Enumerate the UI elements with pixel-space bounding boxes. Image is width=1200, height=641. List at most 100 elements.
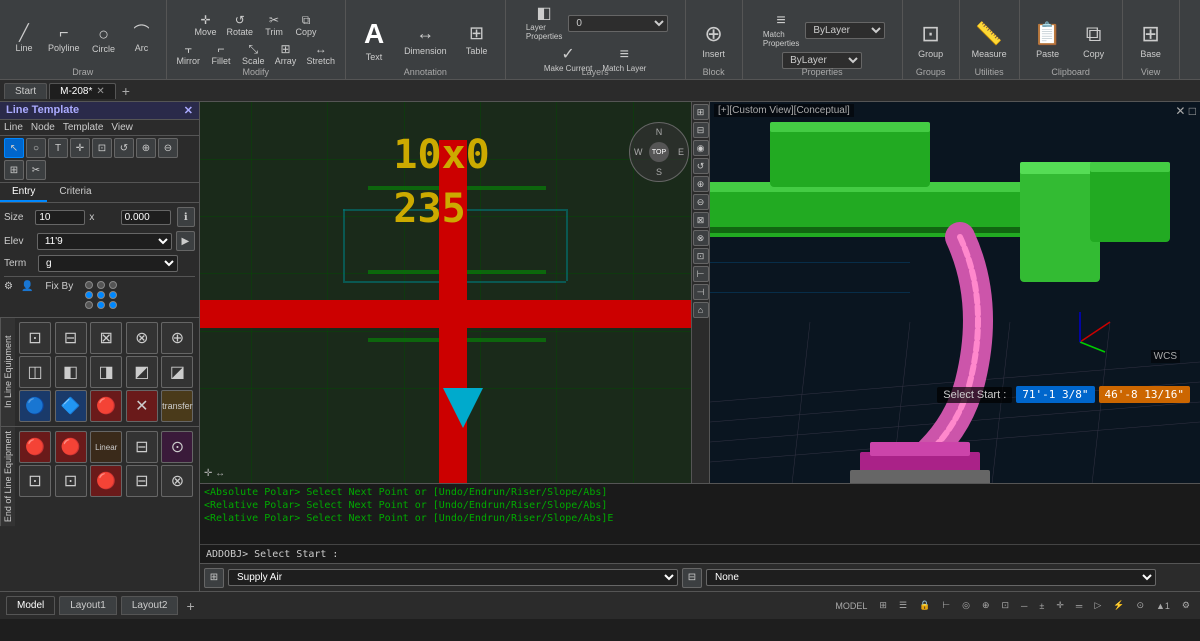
cmd-input-field[interactable]	[344, 549, 1200, 560]
side-btn-4[interactable]: ↺	[693, 158, 709, 174]
tab-layout2[interactable]: Layout2	[121, 596, 179, 615]
status-dyn-btn[interactable]: ✛	[1052, 599, 1068, 612]
viewport-3d[interactable]: [+][Custom View][Conceptual] ✕ □	[710, 102, 1200, 483]
tab-entry[interactable]: Entry	[0, 183, 47, 202]
equip-item-13[interactable]: 🔴	[90, 390, 122, 422]
text-button[interactable]: A Text	[352, 10, 396, 70]
endline-item-9[interactable]: ⊟	[126, 465, 158, 497]
size-input[interactable]	[35, 210, 85, 225]
menu-view[interactable]: View	[111, 122, 133, 133]
measure-button[interactable]: 📏 Measure	[966, 10, 1013, 70]
equip-item-11[interactable]: 🔵	[19, 390, 51, 422]
equip-item-5[interactable]: ⊕	[161, 322, 193, 354]
scale-button[interactable]: ⤡ Scale	[238, 41, 269, 68]
endline-item-1[interactable]: 🔴	[19, 431, 51, 463]
equip-item-10[interactable]: ◪	[161, 356, 193, 388]
trim-button[interactable]: ✂ Trim	[259, 12, 289, 39]
add-layout-button[interactable]: +	[182, 598, 198, 614]
elev-select[interactable]: 11'9	[37, 233, 172, 250]
menu-node[interactable]: Node	[31, 122, 55, 133]
copy-button[interactable]: ⧉ Copy	[291, 12, 321, 39]
dot-5[interactable]	[97, 291, 105, 299]
endline-item-7[interactable]: ⊡	[55, 465, 87, 497]
side-btn-8[interactable]: ⊗	[693, 230, 709, 246]
polyline-button[interactable]: ⌐ Polyline	[44, 24, 84, 55]
endline-item-3[interactable]: Linear	[90, 431, 122, 463]
equip-item-4[interactable]: ⊗	[126, 322, 158, 354]
elev-expand-btn[interactable]: ▶	[176, 231, 195, 251]
viewport-2d[interactable]: 10x0 235 N S E W TOP	[200, 102, 710, 483]
side-btn-9[interactable]: ⊡	[693, 248, 709, 264]
side-btn-10[interactable]: ⊢	[693, 266, 709, 282]
side-btn-12[interactable]: ⌂	[693, 302, 709, 318]
linetype-dropdown[interactable]: ByLayer	[782, 52, 862, 69]
panel-trim-btn[interactable]: ✂	[26, 160, 46, 180]
move-button[interactable]: ✛ Move	[191, 12, 221, 39]
mirror-button[interactable]: ⫟ Mirror	[173, 41, 205, 68]
tab-m208[interactable]: M-208* ✕	[49, 83, 116, 99]
side-btn-1[interactable]: ⊞	[693, 104, 709, 120]
status-grid-btn[interactable]: ⊞	[875, 599, 891, 612]
base-button[interactable]: ⊞ Base	[1129, 10, 1173, 70]
size-info-btn[interactable]: ℹ	[177, 207, 195, 227]
panel-close-button[interactable]: ✕	[184, 104, 193, 117]
line-button[interactable]: ╱ Line	[6, 24, 42, 55]
dot-7[interactable]	[85, 301, 93, 309]
dot-2[interactable]	[97, 281, 105, 289]
status-qp-btn[interactable]: ⚡	[1109, 599, 1128, 612]
side-btn-7[interactable]: ⊠	[693, 212, 709, 228]
dot-3[interactable]	[109, 281, 117, 289]
status-ducs-btn[interactable]: ±	[1035, 600, 1048, 612]
rotate-button[interactable]: ↺ Rotate	[223, 12, 258, 39]
array-button[interactable]: ⊞ Array	[271, 41, 301, 68]
side-btn-11[interactable]: ⊣	[693, 284, 709, 300]
endline-item-8[interactable]: 🔴	[90, 465, 122, 497]
panel-circle-btn[interactable]: ○	[26, 138, 46, 158]
status-polar-btn[interactable]: ◎	[958, 599, 974, 612]
status-otrack-btn[interactable]: ─	[1017, 600, 1031, 612]
tab-close-icon[interactable]: ✕	[96, 86, 104, 97]
viewport-3d-close[interactable]: ✕ □	[1175, 104, 1196, 118]
status-model-btn[interactable]: MODEL	[831, 600, 871, 612]
side-btn-6[interactable]: ⊖	[693, 194, 709, 210]
status-tp-btn[interactable]: ▷	[1090, 599, 1105, 612]
equip-item-7[interactable]: ◧	[55, 356, 87, 388]
status-osnap-btn[interactable]: ⊕	[978, 599, 994, 612]
dimension-button[interactable]: ↔ Dimension	[398, 10, 453, 70]
insert-button[interactable]: ⊕ Insert	[692, 10, 736, 70]
none-icon-btn[interactable]: ⊟	[682, 568, 702, 588]
side-btn-5[interactable]: ⊕	[693, 176, 709, 192]
tab-criteria[interactable]: Criteria	[47, 183, 103, 202]
panel-zoom-out-btn[interactable]: ⊖	[158, 138, 178, 158]
panel-snap-btn[interactable]: ⊡	[92, 138, 112, 158]
match-properties-button[interactable]: ≡ MatchProperties	[759, 11, 803, 50]
fillet-button[interactable]: ⌐ Fillet	[206, 41, 236, 68]
side-btn-3[interactable]: ◉	[693, 140, 709, 156]
x-input[interactable]	[121, 210, 171, 225]
equip-item-2[interactable]: ⊟	[55, 322, 87, 354]
panel-rotate-btn[interactable]: ↺	[114, 138, 134, 158]
dot-9[interactable]	[109, 301, 117, 309]
dot-4[interactable]	[85, 291, 93, 299]
layer-dropdown[interactable]: 0	[568, 15, 668, 32]
circle-button[interactable]: ○ Circle	[86, 23, 122, 56]
color-dropdown[interactable]: ByLayer	[805, 22, 885, 39]
endline-item-2[interactable]: 🔴	[55, 431, 87, 463]
paste-button[interactable]: 📋 Paste	[1026, 10, 1070, 70]
equip-item-3[interactable]: ⊠	[90, 322, 122, 354]
panel-text-btn[interactable]: T	[48, 138, 68, 158]
layer-properties-button[interactable]: ◧ LayerProperties	[522, 4, 566, 43]
status-lw-btn[interactable]: ═	[1072, 600, 1086, 612]
status-3dosnap-btn[interactable]: ⊡	[997, 599, 1013, 612]
add-tab-button[interactable]: +	[118, 83, 134, 99]
panel-zoom-in-btn[interactable]: ⊕	[136, 138, 156, 158]
clipboard-copy-button[interactable]: ⧉ Copy	[1072, 10, 1116, 70]
dot-1[interactable]	[85, 281, 93, 289]
endline-item-4[interactable]: ⊟	[126, 431, 158, 463]
dot-6[interactable]	[109, 291, 117, 299]
status-sc-btn[interactable]: ⊙	[1132, 599, 1148, 612]
equip-item-1[interactable]: ⊡	[19, 322, 51, 354]
equip-item-6[interactable]: ◫	[19, 356, 51, 388]
menu-line[interactable]: Line	[4, 122, 23, 133]
panel-pointer-btn[interactable]: ↖	[4, 138, 24, 158]
